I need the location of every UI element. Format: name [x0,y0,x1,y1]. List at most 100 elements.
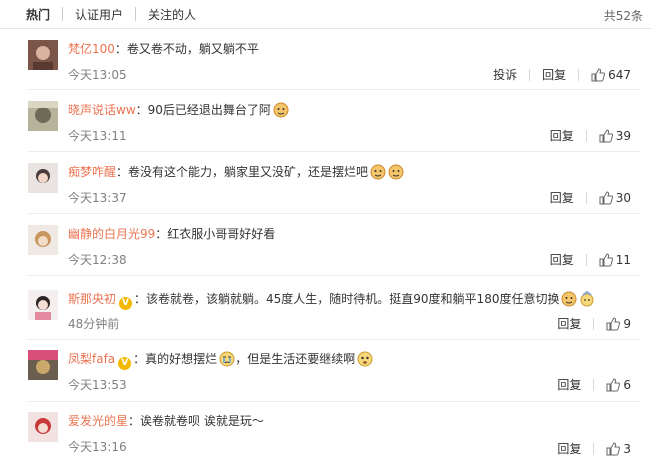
comment-text: ：红衣服小哥哥好好看 [155,227,276,241]
reply-button[interactable]: 回复 [557,440,581,457]
like-button[interactable]: 39 [599,129,631,143]
divider [28,401,641,402]
thumbs-up-icon [606,441,621,455]
comment-actions: 回复 3 [557,440,631,457]
thumbs-up-icon [591,67,606,81]
pray-emoji-icon [579,290,595,307]
like-count: 6 [623,377,631,392]
action-divider [585,253,587,266]
thumbs-up-icon [599,252,613,266]
comment-line: 爱发光的星：诶卷就卷呗 诶就是玩～ [68,413,264,429]
verified-badge-icon: V [119,297,133,310]
username[interactable]: 梵亿100 [68,42,115,56]
avatar[interactable] [28,225,58,255]
thumbs-up-icon [606,377,621,391]
like-button[interactable]: 6 [606,378,631,392]
username[interactable]: 幽静的白月光99 [68,227,155,241]
crying-emoji-icon [219,351,235,367]
doge-emoji-icon [273,102,289,118]
like-count: 3 [623,441,631,456]
avatar[interactable] [28,163,58,193]
timestamp: 今天13:53 [68,378,127,392]
action-divider [593,442,595,455]
timestamp: 今天13:11 [68,129,127,143]
divider [28,339,641,340]
comment-text: ：卷没有这个能力，躺家里又没矿，还是摆烂吧 [116,165,369,179]
action-divider [593,317,595,330]
reply-button[interactable]: 回复 [550,189,574,206]
comment-text: ：卷又卷不动，躺又躺不平 [114,42,259,56]
comment-text: ：真的好想摆烂 [133,352,218,366]
comment-text: ：90后已经退出舞台了阿 [135,103,271,117]
comment-actions: 回复 6 [557,376,631,393]
username[interactable]: 痴梦咋醒 [68,165,116,179]
comment-actions: 回复 39 [550,127,631,144]
like-count: 9 [623,316,631,331]
comment-line: 梵亿100：卷又卷不动，躺又躺不平 [68,41,259,57]
tab-following[interactable]: 关注的人 [136,6,208,23]
timestamp: 48分钟前 [68,317,120,331]
like-button[interactable]: 3 [606,442,631,456]
like-count: 30 [615,190,631,205]
like-count: 39 [615,128,631,143]
action-divider [585,129,587,142]
thumbs-up-icon [599,128,613,142]
comment-actions: 投诉 回复 647 [493,66,631,83]
comment-line: 晓声说话ww：90后已经退出舞台了阿 [68,102,289,118]
action-divider [529,68,531,81]
doge-emoji-icon [388,164,404,180]
doge-emoji-icon [561,291,577,307]
reply-button[interactable]: 回复 [557,315,581,332]
reply-button[interactable]: 回复 [542,66,566,83]
username[interactable]: 斯那央初 [68,292,116,306]
report-button[interactable]: 投诉 [493,66,517,83]
thumbs-up-icon [606,316,621,330]
avatar[interactable] [28,40,58,70]
avatar[interactable] [28,290,58,320]
verified-badge-icon: V [118,357,132,370]
like-button[interactable]: 30 [599,191,631,205]
reply-button[interactable]: 回复 [557,376,581,393]
comment-line: 斯那央初 V ：该卷就卷，该躺就躺。45度人生，随时待机。挺直90度和躺平180度任… [68,290,595,310]
comment-count: 共52条 [603,9,643,23]
timestamp: 今天13:37 [68,191,127,205]
divider [28,213,641,214]
action-divider [585,191,587,204]
divider [28,89,641,90]
like-count: 11 [615,252,631,267]
comment-text: ，但是生活还要继续啊 [235,352,356,366]
sad-emoji-icon [357,351,373,367]
comment-actions: 回复 11 [550,251,631,268]
tab-hot[interactable]: 热门 [0,6,62,23]
reply-button[interactable]: 回复 [550,127,574,144]
action-divider [593,378,595,391]
tab-verified[interactable]: 认证用户 [63,6,135,23]
timestamp: 今天12:38 [68,253,127,267]
thumbs-up-icon [599,190,613,204]
comment-line: 幽静的白月光99：红衣服小哥哥好好看 [68,226,275,242]
avatar[interactable] [28,412,58,442]
doge-emoji-icon [370,164,386,180]
timestamp: 今天13:16 [68,440,127,454]
action-divider [578,68,580,81]
like-button[interactable]: 9 [606,317,631,331]
comment-text: ：诶卷就卷呗 诶就是玩～ [128,414,264,428]
avatar[interactable] [28,350,58,380]
like-button[interactable]: 647 [591,68,631,82]
like-button[interactable]: 11 [599,253,631,267]
timestamp: 今天13:05 [68,68,127,82]
username[interactable]: 晓声说话ww [68,103,136,117]
comment-tabs: 热门 认证用户 关注的人 共52条 [0,0,651,29]
divider [28,151,641,152]
username[interactable]: 爱发光的星 [68,414,128,428]
comment-actions: 回复 9 [557,315,631,332]
divider [28,275,641,276]
like-count: 647 [608,67,631,82]
reply-button[interactable]: 回复 [550,251,574,268]
avatar[interactable] [28,101,58,131]
comment-text: ：该卷就卷，该躺就躺。45度人生，随时待机。挺直90度和躺平180度任意切换 [134,292,560,306]
username[interactable]: 凤梨fafa [68,352,115,366]
comment-line: 凤梨fafa V ：真的好想摆烂 ，但是生活还要继续啊 [68,351,373,370]
comment-line: 痴梦咋醒：卷没有这个能力，躺家里又没矿，还是摆烂吧 [68,164,404,180]
comment-actions: 回复 30 [550,189,631,206]
